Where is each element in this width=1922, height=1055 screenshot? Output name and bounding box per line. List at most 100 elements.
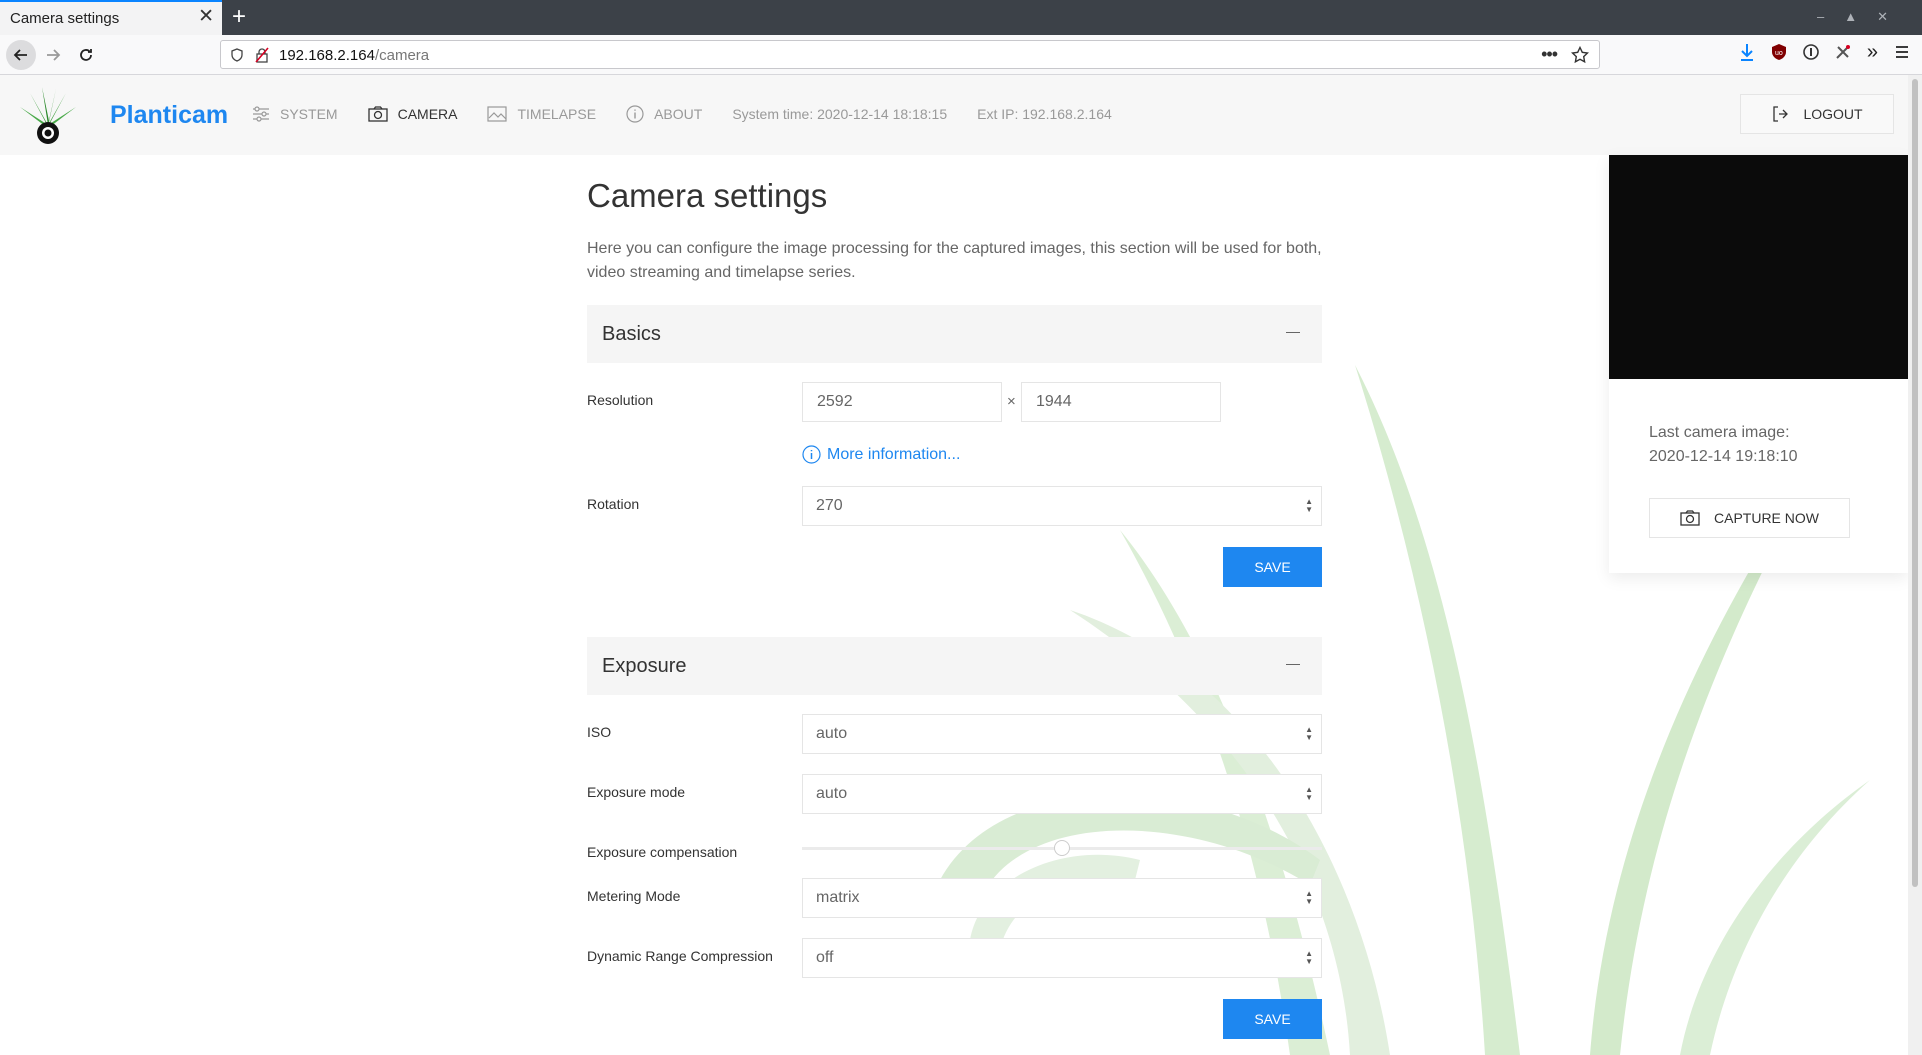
select-arrows-icon: ▲ ▼ bbox=[1305, 725, 1313, 742]
camera-icon bbox=[1680, 510, 1700, 526]
insecure-lock-icon bbox=[255, 47, 269, 63]
resolution-height-input[interactable] bbox=[1021, 382, 1221, 422]
app-header: Planticam SYSTEM CAMERA TIMELAPSE ABOUT … bbox=[0, 75, 1908, 155]
tab-close-icon[interactable]: ✕ bbox=[198, 7, 214, 27]
nav-label-about: ABOUT bbox=[654, 106, 703, 122]
more-information-label: More information... bbox=[827, 445, 961, 463]
iso-select[interactable]: auto ▲ ▼ bbox=[802, 714, 1322, 754]
select-arrows-icon: ▲ ▼ bbox=[1305, 497, 1313, 514]
collapse-icon[interactable] bbox=[1286, 664, 1300, 665]
basics-save-label: SAVE bbox=[1254, 559, 1291, 575]
page-scrollbar[interactable] bbox=[1908, 75, 1922, 1055]
iso-value: auto bbox=[816, 725, 848, 742]
back-button[interactable] bbox=[6, 40, 36, 70]
resolution-label: Resolution bbox=[587, 392, 654, 408]
resolution-separator: × bbox=[1007, 393, 1016, 410]
nav-item-system[interactable]: SYSTEM bbox=[252, 106, 338, 122]
browser-tab[interactable]: Camera settings ✕ bbox=[0, 0, 222, 35]
page-description: Here you can configure the image process… bbox=[587, 240, 1322, 281]
last-image-time: 2020-12-14 19:18:10 bbox=[1649, 448, 1798, 465]
tools-icon[interactable] bbox=[1835, 44, 1851, 60]
logout-button[interactable]: LOGOUT bbox=[1740, 94, 1894, 134]
capture-now-button[interactable]: CAPTURE NOW bbox=[1649, 498, 1850, 538]
select-arrows-icon: ▲ ▼ bbox=[1305, 889, 1313, 906]
exposure-mode-value: auto bbox=[816, 785, 848, 802]
password-manager-icon[interactable] bbox=[1803, 44, 1819, 60]
shield-icon bbox=[231, 48, 243, 62]
select-arrows-icon: ▲ ▼ bbox=[1305, 949, 1313, 966]
slider-thumb[interactable] bbox=[1054, 840, 1070, 856]
nav-label-system: SYSTEM bbox=[280, 106, 338, 122]
sliders-icon bbox=[253, 106, 269, 122]
main-menu: SYSTEM CAMERA TIMELAPSE ABOUT System tim… bbox=[252, 105, 1142, 123]
url-host: 192.168.2.164 bbox=[279, 47, 375, 64]
toolbar-icons: uo » bbox=[1739, 42, 1910, 62]
logout-label: LOGOUT bbox=[1803, 106, 1863, 122]
more-information-link[interactable]: More information... bbox=[802, 445, 960, 464]
info-icon bbox=[626, 105, 644, 123]
nav-label-timelapse: TIMELAPSE bbox=[517, 106, 597, 122]
window-controls[interactable]: ‒▲✕ bbox=[1817, 9, 1908, 25]
camera-icon bbox=[367, 106, 388, 122]
scrollbar-thumb[interactable] bbox=[1912, 79, 1918, 887]
basics-save-button[interactable]: SAVE bbox=[1223, 547, 1322, 587]
info-circle-icon bbox=[802, 445, 821, 464]
exposure-section-title: Exposure bbox=[602, 655, 687, 677]
iso-label: ISO bbox=[587, 724, 612, 740]
exposure-save-button[interactable]: SAVE bbox=[1223, 999, 1322, 1039]
basics-section-header[interactable]: Basics bbox=[587, 305, 1322, 363]
nav-item-about[interactable]: ABOUT bbox=[626, 105, 702, 123]
new-tab-icon[interactable]: + bbox=[232, 4, 246, 30]
brand-name[interactable]: Planticam bbox=[110, 101, 228, 130]
url-text: 192.168.2.164/camera bbox=[279, 47, 429, 64]
svg-text:uo: uo bbox=[1775, 50, 1783, 57]
drc-label: Dynamic Range Compression bbox=[587, 948, 773, 964]
exposure-save-label: SAVE bbox=[1254, 1011, 1291, 1027]
nav-item-camera[interactable]: CAMERA bbox=[367, 106, 458, 122]
basics-section-title: Basics bbox=[602, 323, 661, 345]
forward-button[interactable] bbox=[38, 40, 68, 70]
exposure-compensation-label: Exposure compensation bbox=[587, 844, 738, 860]
hamburger-menu-icon[interactable] bbox=[1894, 45, 1910, 59]
rotation-label: Rotation bbox=[587, 496, 640, 512]
tab-title: Camera settings bbox=[10, 10, 120, 27]
browser-titlebar: Camera settings ✕ + ‒▲✕ bbox=[0, 0, 1922, 35]
page-actions-icon[interactable]: ••• bbox=[1541, 44, 1558, 65]
bookmark-star-icon[interactable] bbox=[1571, 45, 1589, 64]
exposure-section-header[interactable]: Exposure bbox=[587, 637, 1322, 695]
nav-item-timelapse[interactable]: TIMELAPSE bbox=[487, 106, 596, 122]
external-ip: Ext IP: 192.168.2.164 bbox=[977, 106, 1112, 122]
ublock-icon[interactable]: uo bbox=[1771, 43, 1787, 61]
arrow-right-icon bbox=[47, 49, 61, 61]
select-arrows-icon: ▲ ▼ bbox=[1305, 785, 1313, 802]
drc-select[interactable]: off ▲ ▼ bbox=[802, 938, 1322, 978]
url-actions: ••• bbox=[1541, 44, 1589, 65]
last-image-info: Last camera image: 2020-12-14 19:18:10 bbox=[1649, 421, 1798, 469]
last-camera-image[interactable] bbox=[1609, 155, 1908, 379]
address-bar[interactable]: 192.168.2.164/camera ••• bbox=[220, 40, 1600, 69]
image-icon bbox=[487, 106, 508, 122]
rotation-value: 270 bbox=[816, 497, 843, 514]
drc-value: off bbox=[816, 949, 834, 966]
browser-navbar: 192.168.2.164/camera ••• uo » bbox=[0, 35, 1922, 75]
sign-out-icon bbox=[1773, 106, 1789, 122]
url-path: /camera bbox=[374, 47, 430, 64]
metering-mode-select[interactable]: matrix ▲ ▼ bbox=[802, 878, 1322, 918]
exposure-mode-select[interactable]: auto ▲ ▼ bbox=[802, 774, 1322, 814]
exposure-mode-label: Exposure mode bbox=[587, 784, 686, 800]
capture-now-label: CAPTURE NOW bbox=[1714, 510, 1819, 526]
last-image-label: Last camera image: bbox=[1649, 424, 1790, 441]
collapse-icon[interactable] bbox=[1286, 332, 1300, 333]
metering-mode-value: matrix bbox=[816, 889, 860, 906]
download-icon[interactable] bbox=[1739, 43, 1755, 61]
metering-mode-label: Metering Mode bbox=[587, 888, 681, 904]
overflow-chevrons-icon[interactable]: » bbox=[1867, 42, 1878, 62]
camera-preview-card: Last camera image: 2020-12-14 19:18:10 C… bbox=[1609, 155, 1908, 573]
planticam-logo-icon[interactable] bbox=[18, 85, 78, 147]
arrow-left-icon bbox=[13, 49, 27, 61]
system-time: System time: 2020-12-14 18:18:15 bbox=[732, 106, 948, 122]
reload-button[interactable] bbox=[71, 40, 101, 70]
nav-label-camera: CAMERA bbox=[397, 106, 458, 122]
resolution-width-input[interactable] bbox=[802, 382, 1002, 422]
rotation-select[interactable]: 270 ▲ ▼ bbox=[802, 486, 1322, 526]
